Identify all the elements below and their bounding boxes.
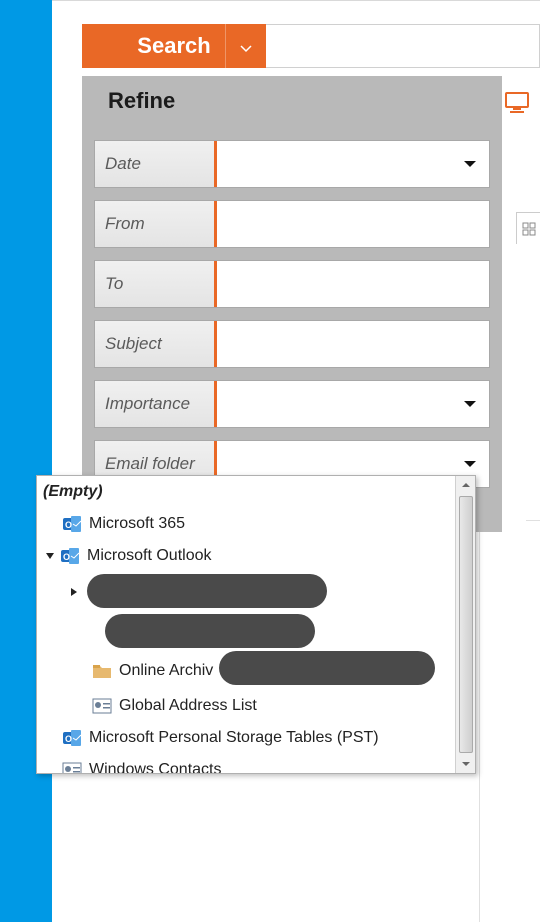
to-input[interactable]: [217, 261, 489, 307]
redaction-blob: [105, 614, 315, 648]
folder-icon: [91, 660, 113, 682]
right-panel-hdivider: [526, 520, 540, 521]
subject-label: Subject: [95, 321, 217, 367]
search-input[interactable]: [266, 25, 539, 67]
folder-tree: (Empty) O Microsoft 365 O Microsoft Out: [37, 476, 455, 773]
search-button-label: Search: [137, 33, 210, 59]
folder-item-empty[interactable]: (Empty): [37, 476, 455, 508]
scrollbar-thumb[interactable]: [459, 496, 473, 753]
search-button-divider: [225, 24, 226, 68]
subject-input-area: [217, 321, 489, 367]
refine-tab[interactable]: Refine: [82, 76, 310, 126]
from-input-area: [217, 201, 489, 247]
date-label: Date: [95, 141, 217, 187]
to-input-area: [217, 261, 489, 307]
subject-field-row: Subject: [94, 320, 490, 368]
date-dropdown-icon[interactable]: [463, 155, 477, 173]
scroll-up-button[interactable]: [457, 476, 475, 494]
subject-input[interactable]: [217, 321, 489, 367]
address-book-icon: [91, 695, 113, 717]
importance-input[interactable]: [217, 381, 489, 427]
date-input[interactable]: [217, 141, 489, 187]
date-input-area: [217, 141, 489, 187]
outlook-icon: O: [61, 513, 83, 535]
monitor-icon: [504, 91, 530, 113]
window-top-border: [52, 0, 540, 6]
folder-item-m365[interactable]: O Microsoft 365: [37, 508, 455, 540]
outlook-icon: O: [59, 545, 81, 567]
importance-input-area: [217, 381, 489, 427]
refine-tab-label: Refine: [108, 88, 175, 113]
to-field-row: To: [94, 260, 490, 308]
email-folder-dropdown-popup: (Empty) O Microsoft 365 O Microsoft Out: [36, 475, 476, 774]
outlook-icon: O: [61, 727, 83, 749]
search-button[interactable]: Search: [82, 24, 266, 68]
svg-text:O: O: [65, 734, 72, 744]
redaction-blob: [219, 651, 435, 685]
folder-windows-contacts-label: Windows Contacts: [89, 761, 222, 773]
windows-taskbar: [0, 0, 52, 922]
expander-expand-icon[interactable]: [67, 585, 81, 599]
to-label: To: [95, 261, 217, 307]
folder-pst-label: Microsoft Personal Storage Tables (PST): [89, 729, 379, 747]
folder-item-windows-contacts[interactable]: Windows Contacts: [37, 754, 455, 773]
refine-body: Date From To: [82, 126, 502, 502]
svg-text:O: O: [63, 552, 70, 562]
importance-dropdown-icon[interactable]: [463, 395, 477, 413]
folder-gal-label: Global Address List: [119, 697, 257, 715]
expander-collapse-icon[interactable]: [43, 549, 57, 563]
scroll-down-button[interactable]: [457, 755, 475, 773]
folder-item-pst[interactable]: O Microsoft Personal Storage Tables (PST…: [37, 722, 455, 754]
search-dropdown-caret-icon[interactable]: [240, 33, 252, 59]
search-input-wrapper: [266, 24, 540, 68]
importance-label: Importance: [95, 381, 217, 427]
from-label: From: [95, 201, 217, 247]
folder-empty-label: (Empty): [43, 483, 103, 501]
contacts-icon: [61, 759, 83, 773]
folder-item-outlook[interactable]: O Microsoft Outlook: [37, 540, 455, 572]
grid-icon: [522, 222, 536, 236]
importance-field-row: Importance: [94, 380, 490, 428]
search-bar: Search: [82, 24, 540, 68]
email-folder-dropdown-icon[interactable]: [463, 455, 477, 473]
svg-text:O: O: [65, 520, 72, 530]
date-field-row: Date: [94, 140, 490, 188]
dropdown-scrollbar[interactable]: [455, 476, 475, 773]
app-window: Search: [52, 0, 540, 922]
redaction-blob: [87, 574, 327, 608]
folder-outlook-label: Microsoft Outlook: [87, 547, 211, 565]
from-input[interactable]: [217, 201, 489, 247]
from-field-row: From: [94, 200, 490, 248]
folder-online-archive-label: Online Archiv: [119, 662, 213, 680]
folder-m365-label: Microsoft 365: [89, 515, 185, 533]
right-toolbar-item[interactable]: [516, 212, 540, 244]
folder-item-gal[interactable]: Global Address List: [37, 690, 455, 722]
refine-panel: Refine Date From To: [82, 76, 502, 532]
